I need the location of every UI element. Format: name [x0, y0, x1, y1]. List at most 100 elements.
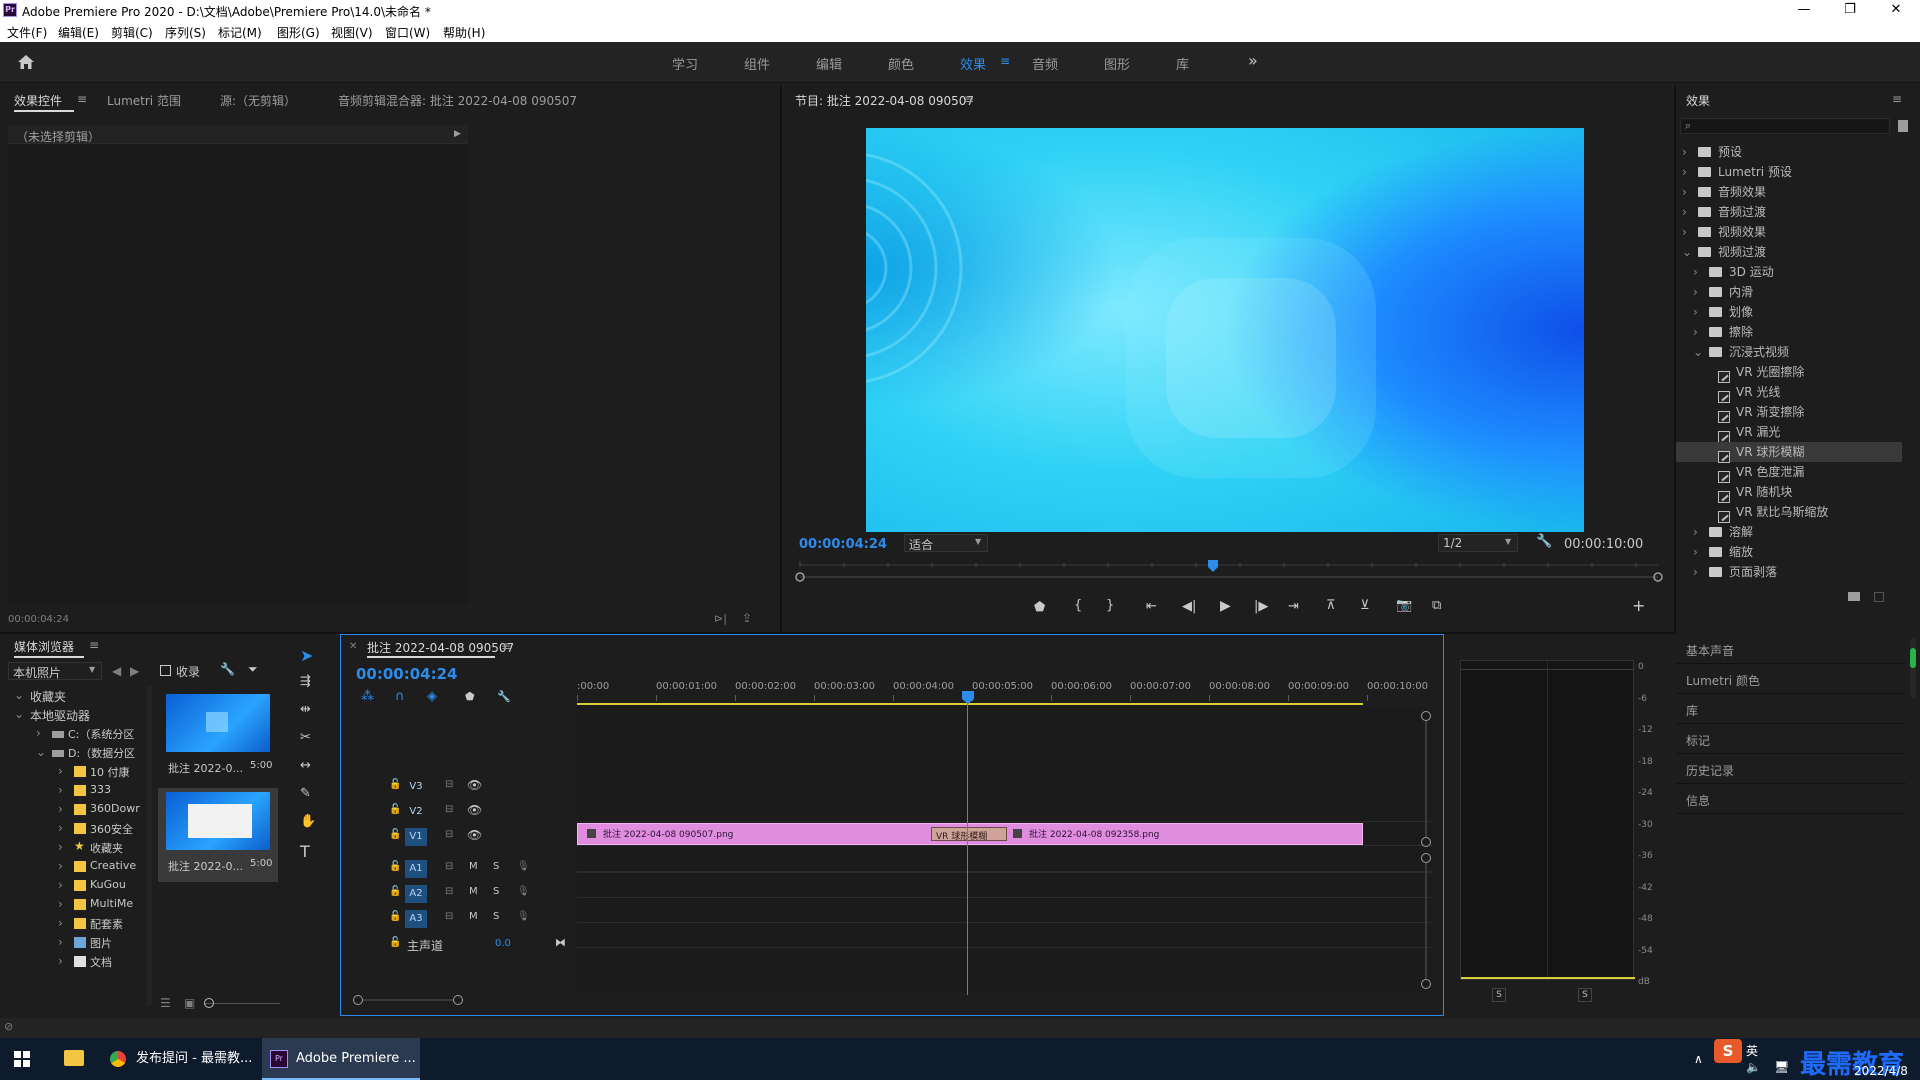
effects-tree-item[interactable]: ⌄ 沉浸式视频 [1676, 342, 1902, 362]
menu-file[interactable]: 文件(F) [7, 24, 47, 41]
effects-tree-item[interactable]: VR 光线 [1676, 382, 1902, 403]
effects-tree-item[interactable]: VR 漏光 [1676, 422, 1902, 443]
chevron-right-icon[interactable]: › [1693, 542, 1698, 562]
workspace-effects[interactable]: 效果 [960, 54, 986, 73]
wrench-icon[interactable]: 🔧 [220, 662, 235, 676]
sogou-ime-icon[interactable]: S [1714, 1039, 1742, 1063]
effects-tree-item[interactable]: › 擦除 [1676, 322, 1902, 342]
effects-tree-item[interactable]: VR 渐变擦除 [1676, 402, 1902, 423]
media-tree-item[interactable]: › ★ 收藏夹 [8, 838, 148, 857]
taskbar-premiere[interactable]: Pr Adobe Premiere ... [262, 1038, 420, 1080]
chevron-right-icon[interactable]: › [36, 726, 41, 740]
chevron-right-icon[interactable]: › [1682, 222, 1687, 242]
mark-out-button[interactable]: } [1106, 598, 1114, 613]
sync-lock-icon[interactable]: ⊟ [445, 911, 453, 922]
volume-icon[interactable]: 🔈 [1746, 1060, 1761, 1074]
minimize-button[interactable]: — [1781, 0, 1827, 22]
media-browser-menu-icon[interactable]: ≡ [89, 638, 99, 652]
export-frame-camera-icon[interactable]: 📷 [1396, 598, 1412, 613]
microphone-icon[interactable]: 🎙 [517, 911, 530, 922]
track-target-toggle[interactable]: V2 [405, 803, 427, 821]
timeline-menu-icon[interactable]: ≡ [501, 639, 511, 653]
add-marker-icon[interactable]: ⬟ [465, 690, 475, 703]
snap-magnet-icon[interactable]: ∩ [395, 689, 405, 704]
chevron-right-icon[interactable]: › [1693, 522, 1698, 542]
wrench-icon[interactable]: 🔧 [1536, 534, 1552, 549]
track-select-tool-icon[interactable]: ⇶ [300, 674, 311, 689]
new-bin-folder-icon[interactable] [1848, 592, 1860, 601]
master-bowtie-icon[interactable]: ⧓ [555, 936, 566, 949]
list-view-icon[interactable]: ☰ [160, 996, 171, 1010]
network-icon[interactable]: 🖥 [1774, 1060, 1789, 1074]
track-target-toggle[interactable]: A3 [405, 910, 427, 928]
chevron-right-icon[interactable]: › [1693, 282, 1698, 302]
master-volume-value[interactable]: 0.0 [495, 938, 511, 949]
workspace-audio[interactable]: 音频 [1032, 54, 1058, 73]
chevron-right-icon[interactable]: › [1693, 562, 1698, 582]
side-panel-tab[interactable]: 基本声音 [1676, 634, 1906, 664]
media-tree-item[interactable]: › 360安全 [8, 819, 148, 838]
lock-icon[interactable]: 🔓 [389, 861, 401, 872]
menu-edit[interactable]: 编辑(E) [58, 24, 99, 41]
chevron-right-icon[interactable]: › [58, 859, 63, 873]
lock-icon[interactable]: 🔓 [389, 911, 401, 922]
tab-source[interactable]: 源:（无剪辑） [220, 92, 296, 109]
media-tree-item[interactable]: ⌄ D:（数据分区 [8, 743, 148, 762]
effects-tree-item[interactable]: VR 色度泄漏 [1676, 462, 1902, 483]
media-tree-item[interactable]: › KuGou [8, 876, 148, 895]
filter-funnel-icon[interactable]: ⏷ [248, 662, 258, 677]
program-timecode[interactable]: 00:00:04:24 [799, 537, 887, 552]
media-thumb-1[interactable]: 批注 2022-0... 5:00 [158, 690, 278, 784]
add-button-plus-icon[interactable]: + [1632, 596, 1645, 615]
close-icon[interactable]: ✕ [349, 641, 357, 652]
side-panel-tab[interactable]: 标记 [1676, 724, 1906, 754]
solo-left-button[interactable]: S [1492, 988, 1506, 1002]
chevron-right-icon[interactable]: › [58, 878, 63, 892]
menu-sequence[interactable]: 序列(S) [165, 24, 206, 41]
chevron-down-icon[interactable]: ⌄ [36, 745, 46, 759]
chevron-right-icon[interactable]: › [1693, 262, 1698, 282]
media-tree-item[interactable]: › 图片 [8, 933, 148, 952]
chevron-right-icon[interactable]: › [1682, 162, 1687, 182]
workspace-editing[interactable]: 编辑 [816, 54, 842, 73]
tab-audio-clip-mixer[interactable]: 音频剪辑混合器: 批注 2022-04-08 090507 [338, 92, 577, 109]
media-tree-item[interactable]: › Creative [8, 857, 148, 876]
lock-icon[interactable]: 🔓 [389, 829, 401, 840]
media-tree-item[interactable]: › 360Dowr [8, 800, 148, 819]
vertical-zoom-handle[interactable] [1421, 979, 1431, 989]
menu-marker[interactable]: 标记(M) [218, 24, 262, 41]
chevron-right-icon[interactable]: › [58, 821, 63, 835]
solo-button[interactable]: S [493, 886, 499, 897]
track-area[interactable] [577, 707, 1433, 993]
linked-selection-icon[interactable]: ◈ [427, 689, 437, 704]
file-explorer-icon[interactable] [64, 1050, 84, 1066]
chevron-right-icon[interactable]: › [58, 954, 63, 968]
vertical-scroll-track[interactable] [1425, 721, 1427, 837]
side-panel-tab[interactable]: Lumetri 颜色 [1676, 664, 1906, 694]
chevron-down-icon[interactable]: ⌄ [1682, 242, 1692, 262]
chevron-right-icon[interactable]: › [1693, 302, 1698, 322]
effects-tree-item[interactable]: › 预设 [1676, 142, 1902, 162]
chevron-down-icon[interactable]: ⌄ [14, 707, 24, 721]
media-tree-item[interactable]: ⌄ 本地驱动器 [8, 705, 148, 724]
location-dropdown[interactable]: 本机照片 ▼ [8, 662, 102, 680]
effects-title[interactable]: 效果 [1686, 92, 1710, 109]
timeline-tab[interactable]: 批注 2022-04-08 090507 [367, 639, 514, 656]
effects-tree-item[interactable]: VR 球形模糊 [1676, 442, 1902, 463]
back-arrow-icon[interactable]: ◀ [112, 664, 121, 678]
horizontal-zoom-handle[interactable] [353, 995, 363, 1005]
hand-tool-icon[interactable]: ✋ [300, 814, 316, 829]
track-target-toggle[interactable]: V3 [405, 778, 427, 796]
resolution-dropdown[interactable]: 1/2 ▼ [1438, 534, 1518, 552]
sync-lock-icon[interactable]: ⊟ [445, 886, 453, 897]
effects-tree-item[interactable]: › 音频过渡 [1676, 202, 1902, 222]
comparison-view-button[interactable]: ⧉ [1432, 598, 1441, 613]
ime-language-indicator[interactable]: 英 [1746, 1042, 1758, 1059]
ingest-checkbox[interactable] [160, 665, 171, 676]
chevron-right-icon[interactable]: › [58, 764, 63, 778]
solo-right-button[interactable]: S [1578, 988, 1592, 1002]
close-button[interactable]: ✕ [1873, 0, 1919, 22]
media-tree-item[interactable]: › 333 [8, 781, 148, 800]
eye-icon[interactable]: 👁 [467, 828, 482, 842]
vertical-scroll-track[interactable] [1425, 863, 1427, 979]
